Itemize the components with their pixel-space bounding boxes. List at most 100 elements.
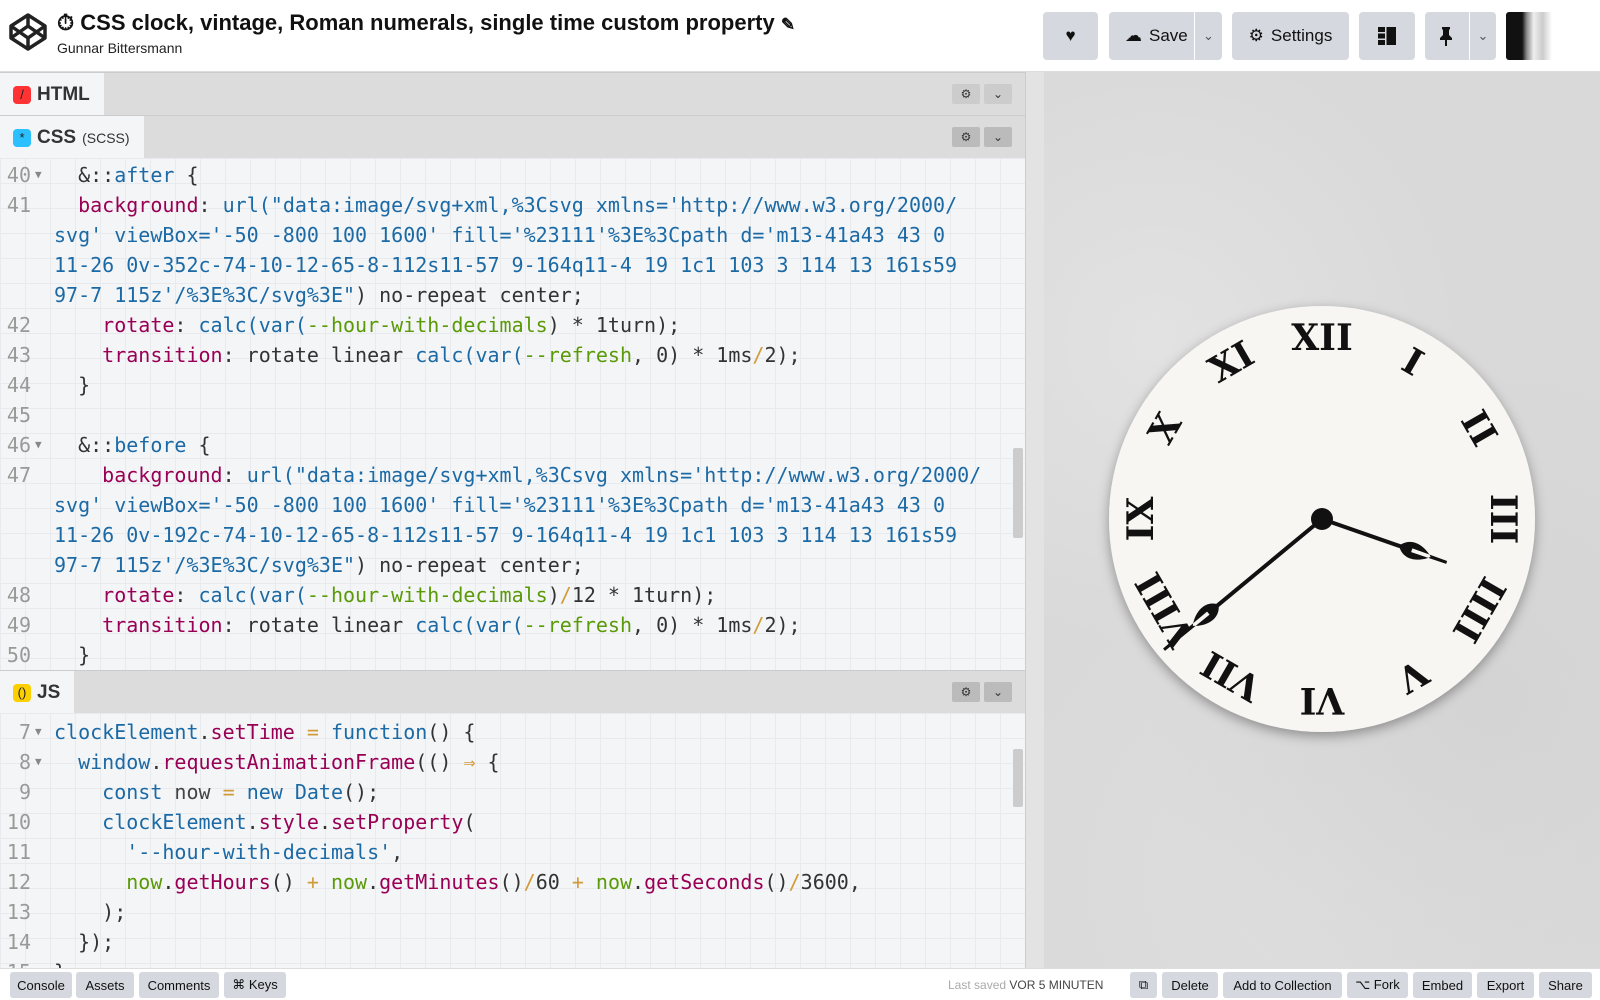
line-number: 41 [6, 193, 31, 217]
external-link-icon: ⧉ [1138, 977, 1149, 992]
code-line[interactable]: 40 ▼ &::after { [0, 160, 1025, 190]
code-line[interactable]: 11 '--hour-with-decimals', [0, 837, 1025, 867]
change-view-button[interactable] [1359, 12, 1415, 60]
fold-arrow-icon[interactable]: ▼ [35, 747, 42, 777]
code-line[interactable]: svg' viewBox='-50 -800 100 1600' fill='%… [0, 490, 1025, 520]
code-text: window.requestAnimationFrame(() ⇒ { [54, 747, 499, 777]
code-token: : [198, 193, 223, 217]
code-text: 11-26 0v-192c-74-10-12-65-8-112s11-57 9-… [54, 520, 957, 550]
embed-button[interactable]: Embed [1413, 972, 1472, 998]
keys-button[interactable]: ⌘ Keys [224, 972, 286, 998]
code-token: } [54, 643, 91, 667]
code-text: &::before { [54, 430, 210, 460]
comments-button[interactable]: Comments [139, 972, 219, 998]
js-collapse-button[interactable]: ⌄ [984, 682, 1012, 702]
code-token: now [126, 870, 163, 894]
code-token: getSeconds [644, 870, 765, 894]
pin-dropdown-button[interactable]: ⌄ [1470, 12, 1496, 60]
user-avatar[interactable] [1506, 12, 1552, 60]
code-line[interactable]: 97-7 115z'/%3E%3C/svg%3E") no-repeat cen… [0, 280, 1025, 310]
code-line[interactable]: 10 clockElement.style.setProperty( [0, 807, 1025, 837]
fold-arrow-icon[interactable]: ▼ [35, 430, 42, 460]
code-line[interactable]: 41 background: url("data:image/svg+xml,%… [0, 190, 1025, 220]
tab-css[interactable]: * CSS (SCSS) [0, 116, 144, 159]
pen-title-text: CSS clock, vintage, Roman numerals, sing… [80, 10, 775, 35]
code-line[interactable]: 9 const now = new Date(); [0, 777, 1025, 807]
js-code-editor[interactable]: 7 ▼ clockElement.setTime = function() {8 ▼ … [0, 713, 1025, 968]
code-line[interactable]: 13 ); [0, 897, 1025, 927]
html-settings-button[interactable]: ⚙ [952, 84, 980, 104]
code-token: --hour-with-decimals [306, 583, 548, 607]
pen-title[interactable]: ⏱ CSS clock, vintage, Roman numerals, si… [57, 10, 795, 36]
code-line[interactable]: 11-26 0v-352c-74-10-12-65-8-112s11-57 9-… [0, 250, 1025, 280]
code-token: + [571, 870, 584, 894]
code-line[interactable]: 49 transition: rotate linear calc(var(--… [0, 610, 1025, 640]
line-number: 49 [6, 613, 31, 637]
delete-button[interactable]: Delete [1162, 972, 1218, 998]
fork-button[interactable]: ⌥ Fork [1347, 972, 1408, 998]
code-text: ); [54, 897, 126, 927]
code-token: ) * 1turn); [547, 313, 681, 337]
code-token: window [78, 750, 151, 774]
code-line[interactable]: 8 ▼ window.requestAnimationFrame(() ⇒ { [0, 747, 1025, 777]
share-button[interactable]: Share [1539, 972, 1592, 998]
preprocessor-label: (SCSS) [82, 129, 130, 146]
fold-arrow-icon[interactable]: ▼ [35, 717, 42, 747]
code-token: () [270, 870, 307, 894]
pane-resize-handle[interactable] [1025, 72, 1044, 968]
console-button[interactable]: Console [10, 972, 72, 998]
code-line[interactable]: 48 rotate: calc(var(--hour-with-decimals… [0, 580, 1025, 610]
edit-pencil-icon[interactable]: ✎ [781, 15, 795, 34]
code-line[interactable]: 50 } [0, 640, 1025, 670]
result-preview: XII I II III IIII V VI VII VIII IX X XI [1044, 72, 1600, 968]
save-dropdown-button[interactable]: ⌄ [1195, 12, 1222, 60]
fold-arrow-icon[interactable]: ▼ [35, 160, 42, 190]
code-line[interactable]: 43 transition: rotate linear calc(var(--… [0, 340, 1025, 370]
code-line[interactable]: svg' viewBox='-50 -800 100 1600' fill='%… [0, 220, 1025, 250]
code-line[interactable]: 14 }); [0, 927, 1025, 957]
css-collapse-button[interactable]: ⌄ [984, 127, 1012, 147]
export-button[interactable]: Export [1477, 972, 1534, 998]
header: ⏱ CSS clock, vintage, Roman numerals, si… [0, 0, 1600, 72]
tab-html[interactable]: / HTML [0, 73, 104, 116]
code-token: : rotate linear [222, 343, 416, 367]
code-line[interactable]: 44 } [0, 370, 1025, 400]
code-line[interactable]: 42 rotate: calc(var(--hour-with-decimals… [0, 310, 1025, 340]
clock-numeral: III [1482, 494, 1524, 545]
tab-label: JS [37, 681, 61, 703]
line-number: 10 [6, 810, 31, 834]
code-token: calc(var( [415, 343, 524, 367]
line-number: 50 [6, 643, 31, 667]
assets-button[interactable]: Assets [76, 972, 134, 998]
css-code-editor[interactable]: 40 ▼ &::after {41 background: url("data:i… [0, 158, 1025, 670]
code-line[interactable]: 47 background: url("data:image/svg+xml,%… [0, 460, 1025, 490]
js-scrollbar[interactable] [1013, 749, 1023, 807]
code-text: now.getHours() + now.getMinutes()/60 + n… [54, 867, 861, 897]
css-settings-button[interactable]: ⚙ [952, 127, 980, 147]
line-number: 11 [6, 840, 31, 864]
code-line[interactable]: 46 ▼ &::before { [0, 430, 1025, 460]
code-line[interactable]: 45 [0, 400, 1025, 430]
code-line[interactable]: 12 now.getHours() + now.getMinutes()/60 … [0, 867, 1025, 897]
css-scrollbar[interactable] [1013, 448, 1023, 538]
html-collapse-button[interactable]: ⌄ [984, 84, 1012, 104]
js-settings-button[interactable]: ⚙ [952, 682, 980, 702]
author-name[interactable]: Gunnar Bittersmann [57, 40, 182, 56]
code-line[interactable]: 15} [0, 957, 1025, 968]
open-external-button[interactable]: ⧉ [1130, 972, 1157, 998]
code-line[interactable]: 7 ▼ clockElement.setTime = function() { [0, 717, 1025, 747]
code-line[interactable]: 11-26 0v-192c-74-10-12-65-8-112s11-57 9-… [0, 520, 1025, 550]
settings-label: Settings [1270, 26, 1333, 45]
code-token: 60 [535, 870, 572, 894]
code-token: } [54, 960, 66, 968]
tab-js[interactable]: () JS [0, 671, 75, 714]
code-text: rotate: calc(var(--hour-with-decimals)/1… [54, 580, 716, 610]
settings-button[interactable]: ⚙ Settings [1232, 12, 1349, 60]
code-token: . [162, 870, 175, 894]
add-to-collection-button[interactable]: Add to Collection [1223, 972, 1342, 998]
love-button[interactable]: ♥ [1043, 12, 1098, 60]
codepen-logo[interactable] [8, 12, 48, 52]
code-line[interactable]: 97-7 115z'/%3E%3C/svg%3E") no-repeat cen… [0, 550, 1025, 580]
